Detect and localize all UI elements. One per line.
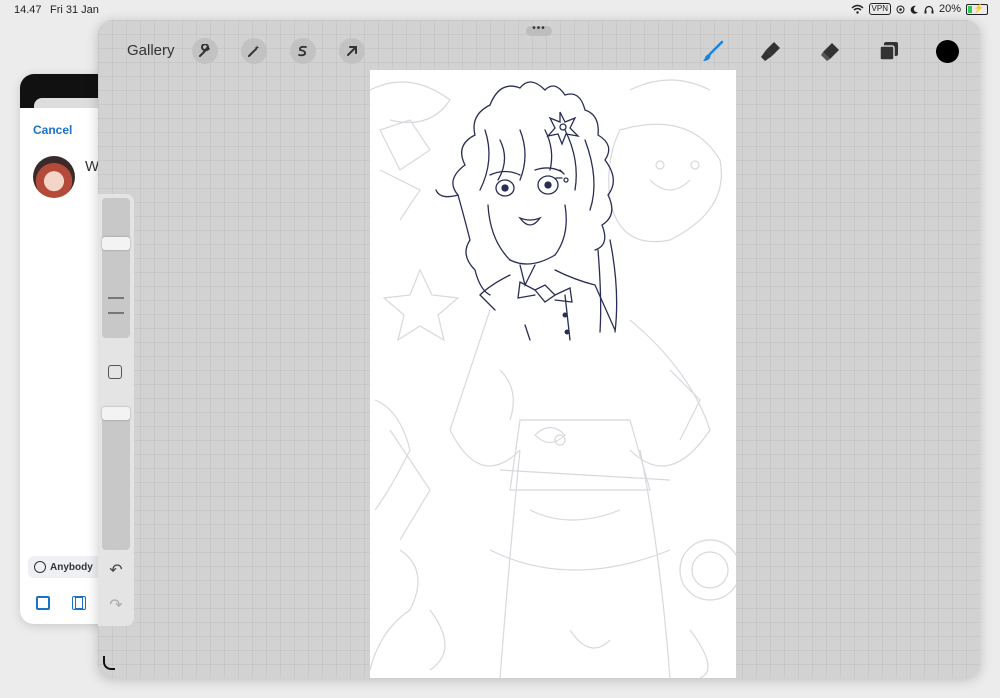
- focus-icon: [896, 5, 905, 13]
- gallery-button[interactable]: Gallery: [127, 42, 175, 59]
- moon-icon: [910, 5, 918, 14]
- drawing-canvas[interactable]: [370, 70, 736, 678]
- quick-menu-corner[interactable]: [103, 656, 115, 670]
- brush-size-thumb[interactable]: [102, 237, 130, 250]
- wifi-icon: [851, 4, 864, 14]
- color-picker-button[interactable]: [936, 40, 959, 63]
- status-bar: 14.47 Fri 31 Jan VPN 20% ⚡: [0, 0, 1000, 20]
- cancel-button[interactable]: Cancel: [33, 123, 72, 137]
- procreate-window: ••• Gallery ↶ ↷: [98, 20, 980, 678]
- photo-icon[interactable]: [36, 596, 50, 610]
- wrench-icon[interactable]: [192, 38, 218, 64]
- slider-divider-bottom: [108, 312, 124, 314]
- magic-wand-icon[interactable]: [241, 38, 267, 64]
- modify-square-icon[interactable]: [108, 365, 122, 379]
- layers-icon[interactable]: [878, 40, 900, 62]
- battery-charging-icon: ⚡: [966, 3, 988, 15]
- selection-icon[interactable]: [290, 38, 316, 64]
- film-icon[interactable]: [72, 596, 86, 610]
- eraser-icon[interactable]: [819, 40, 841, 62]
- vpn-icon: VPN: [868, 3, 891, 15]
- slider-divider-top: [108, 297, 124, 299]
- status-time: 14.47: [14, 4, 42, 16]
- headphones-icon: [924, 5, 934, 13]
- opacity-thumb[interactable]: [102, 407, 130, 420]
- status-date: Fri 31 Jan: [50, 4, 99, 16]
- top-toolbar: Gallery: [98, 20, 980, 70]
- brush-size-slider[interactable]: [102, 198, 130, 338]
- brush-icon[interactable]: [702, 40, 724, 62]
- side-slider-panel: ↶ ↷: [98, 194, 134, 626]
- opacity-slider[interactable]: [102, 407, 130, 550]
- avatar: [33, 156, 75, 198]
- status-icons: VPN 20% ⚡: [851, 3, 988, 15]
- transform-arrow-icon[interactable]: [339, 38, 365, 64]
- smudge-icon[interactable]: [760, 40, 782, 62]
- sketch-drawing: [370, 79, 736, 678]
- globe-icon: [34, 561, 46, 573]
- audience-label: Anybody: [50, 561, 93, 573]
- battery-percent: 20%: [938, 3, 961, 15]
- undo-icon[interactable]: ↶: [106, 563, 126, 579]
- redo-icon[interactable]: ↷: [106, 598, 126, 614]
